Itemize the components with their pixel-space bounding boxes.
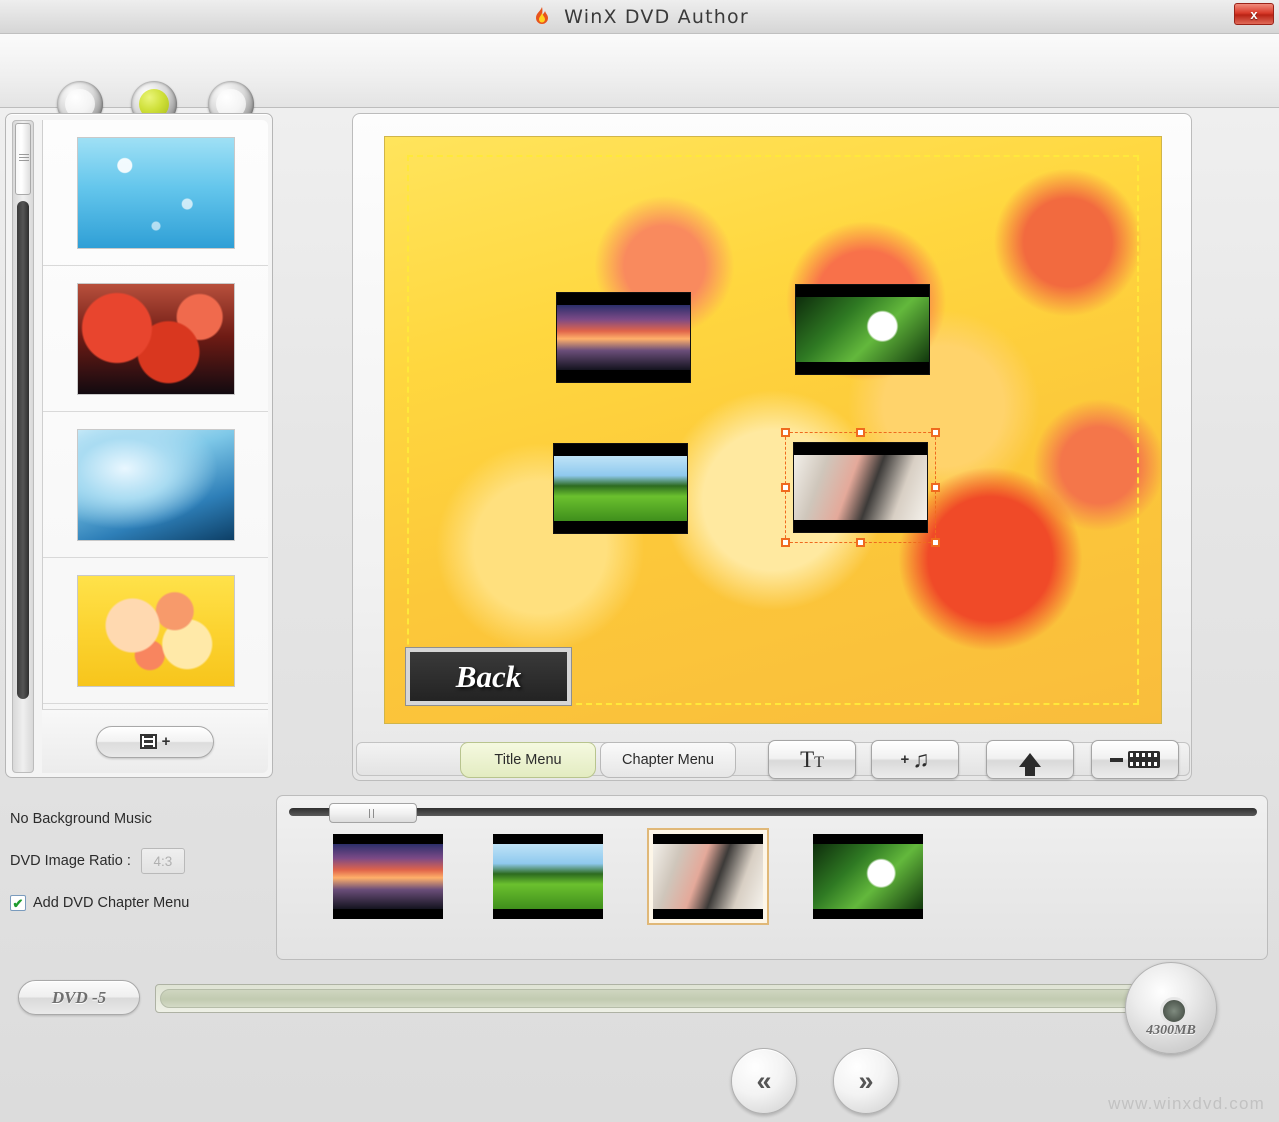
scrollbar-grip-icon: [19, 154, 29, 161]
template-item[interactable]: [43, 266, 268, 412]
filmstrip-panel: [276, 795, 1268, 960]
thumb-image: [813, 834, 923, 919]
scrollbar-grip-icon: [369, 809, 377, 818]
tab-title-menu[interactable]: Title Menu: [460, 742, 596, 778]
filmstrip-item-people[interactable]: [647, 828, 769, 925]
minus-icon: [1110, 758, 1123, 762]
add-template-icon: [140, 734, 157, 749]
template-item[interactable]: [43, 412, 268, 558]
add-template-button[interactable]: +: [96, 726, 214, 758]
disc-type-label: DVD -5: [52, 988, 106, 1008]
back-menu-label: Back: [456, 659, 521, 695]
template-scrollbar[interactable]: [12, 120, 34, 773]
thumb-image: [796, 297, 929, 363]
template-list[interactable]: [42, 120, 268, 773]
arrow-up-icon: [1019, 753, 1041, 767]
tab-chapter-menu-label: Chapter Menu: [622, 752, 714, 768]
next-button[interactable]: »: [833, 1048, 899, 1114]
resize-handle-sw[interactable]: [781, 538, 790, 547]
template-panel: +: [5, 113, 273, 778]
resize-handle-w[interactable]: [781, 483, 790, 492]
filmstrip-item-sunset[interactable]: [327, 828, 449, 925]
menu-canvas[interactable]: Back: [384, 136, 1162, 724]
step-bar: [0, 34, 1279, 108]
options-section: No Background Music DVD Image Ratio : 4:…: [10, 798, 272, 924]
capacity-bar: [155, 984, 1155, 1013]
preview-panel: Back Title Menu Chapter Menu TT + ♫: [352, 113, 1192, 781]
thumb-image: [333, 834, 443, 919]
title-wrap: WinX DVD Author: [530, 5, 749, 29]
tab-title-menu-label: Title Menu: [494, 752, 561, 768]
template-item[interactable]: [43, 120, 268, 266]
background-music-label: No Background Music: [10, 811, 152, 827]
add-music-button[interactable]: + ♫: [871, 740, 959, 779]
safe-area-guide: [407, 155, 1139, 705]
tab-chapter-menu[interactable]: Chapter Menu: [600, 742, 736, 778]
thumb-image: [653, 834, 763, 919]
flame-icon: [530, 5, 554, 29]
music-note-icon: ♫: [912, 748, 929, 771]
app-window: WinX DVD Author x: [0, 0, 1279, 1122]
resize-handle-s[interactable]: [856, 538, 865, 547]
add-template-row: +: [42, 709, 268, 773]
image-ratio-label: DVD Image Ratio :: [10, 853, 131, 869]
window-title: WinX DVD Author: [564, 6, 749, 28]
filmstrip-scroll-thumb[interactable]: [329, 803, 417, 823]
move-up-button[interactable]: [986, 740, 1074, 779]
template-item[interactable]: [43, 558, 268, 704]
capacity-bar-fill: [160, 989, 1140, 1008]
thumb-image: [554, 456, 687, 522]
template-blue-wave[interactable]: [77, 429, 235, 541]
chapter-menu-checkbox[interactable]: ✔: [10, 895, 26, 911]
template-blue-bubbles[interactable]: [77, 137, 235, 249]
text-icon: TT: [800, 748, 824, 771]
film-strip-icon: [1128, 751, 1160, 768]
resize-handle-nw[interactable]: [781, 428, 790, 437]
previous-button[interactable]: «: [731, 1048, 797, 1114]
text-button[interactable]: TT: [768, 740, 856, 779]
filmstrip-scroll-track[interactable]: [289, 808, 1257, 816]
selection-box[interactable]: [785, 432, 936, 543]
thumb-image: [557, 305, 690, 371]
back-menu-button[interactable]: Back: [406, 648, 571, 705]
resize-handle-ne[interactable]: [931, 428, 940, 437]
disc-type-button[interactable]: DVD -5: [18, 980, 140, 1015]
filmstrip-scrollbar[interactable]: [285, 803, 1261, 821]
plus-icon: +: [162, 734, 171, 749]
close-icon[interactable]: x: [1234, 3, 1274, 25]
title-bar: WinX DVD Author x: [0, 0, 1279, 34]
disc-icon: 4300MB: [1125, 962, 1217, 1054]
plus-icon: +: [900, 752, 909, 767]
filmstrip-item-leaves[interactable]: [807, 828, 929, 925]
template-yellow-roses[interactable]: [77, 575, 235, 687]
menu-toolbar: Title Menu Chapter Menu TT + ♫: [356, 732, 1190, 778]
background-music-row: No Background Music: [10, 798, 272, 840]
resize-handle-e[interactable]: [931, 483, 940, 492]
filmstrip-item-trees[interactable]: [487, 828, 609, 925]
resize-handle-se[interactable]: [931, 538, 940, 547]
menu-thumb-leaves[interactable]: [795, 284, 930, 375]
remove-chapter-button[interactable]: [1091, 740, 1179, 779]
image-ratio-row: DVD Image Ratio : 4:3: [10, 840, 272, 882]
menu-thumb-sunset[interactable]: [556, 292, 691, 383]
menu-thumb-trees[interactable]: [553, 443, 688, 534]
filmstrip-items: [287, 828, 1259, 948]
scrollbar-track[interactable]: [17, 201, 29, 699]
disc-size-label: 4300MB: [1146, 1023, 1196, 1039]
chapter-menu-row[interactable]: ✔ Add DVD Chapter Menu: [10, 882, 272, 924]
scrollbar-thumb[interactable]: [15, 123, 31, 195]
watermark: www.winxdvd.com: [1108, 1094, 1265, 1114]
chapter-menu-label: Add DVD Chapter Menu: [33, 895, 189, 911]
template-red-flowers[interactable]: [77, 283, 235, 395]
image-ratio-value: 4:3: [141, 848, 185, 874]
thumb-image: [493, 834, 603, 919]
resize-handle-n[interactable]: [856, 428, 865, 437]
